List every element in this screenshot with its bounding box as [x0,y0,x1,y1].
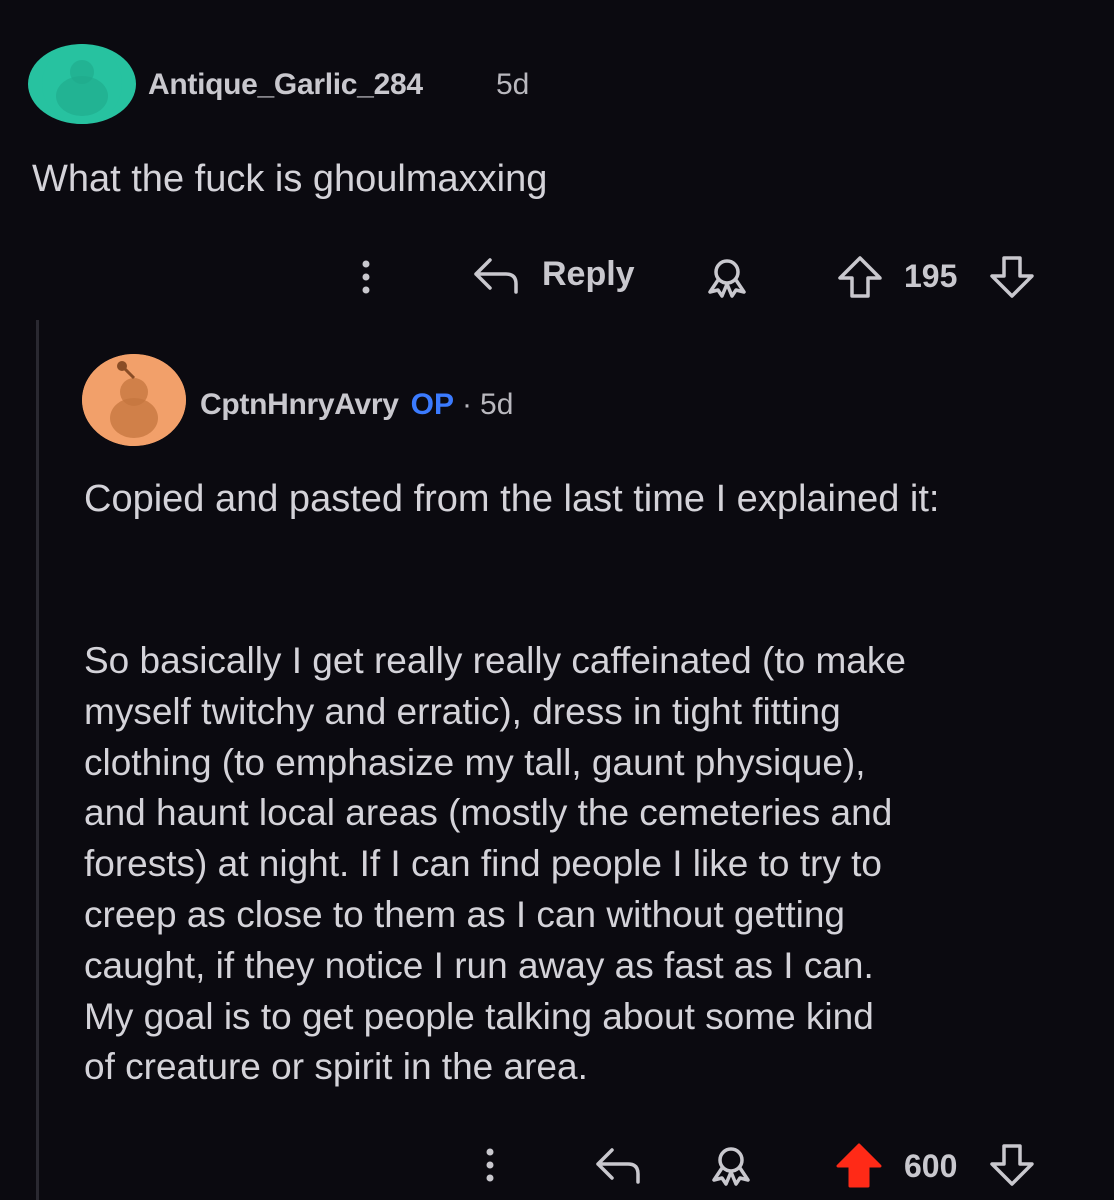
upvote-filled-icon [836,1143,882,1188]
award-button[interactable] [700,256,754,300]
comment-line: of creature or spirit in the area. [84,1046,588,1088]
thread-line[interactable] [36,320,39,1200]
reply-icon [596,1148,640,1184]
comment-line: forests) at night. If I can find people … [84,843,882,885]
reply-icon [474,258,518,294]
comment-header: CptnHnryAvry OP · 5d [200,388,513,422]
comment-line: clothing (to emphasize my tall, gaunt ph… [84,741,866,783]
comment-username[interactable]: Antique_Garlic_284 [148,68,423,102]
avatar[interactable] [82,354,186,446]
reply-button[interactable] [592,1142,644,1186]
downvote-icon [990,256,1034,298]
separator-dot: · [462,388,473,421]
upvote-button[interactable] [834,1142,884,1190]
downvote-icon [990,1144,1034,1186]
vote-count: 195 [904,258,958,294]
award-icon [712,1147,750,1186]
upvote-icon [838,256,882,298]
reply-label: Reply [542,254,635,293]
vote-count: 600 [904,1148,958,1184]
op-badge: OP [410,388,455,421]
snoo-avatar-icon [82,354,186,446]
comment-line: My goal is to get people talking about s… [84,995,874,1037]
comment-username[interactable]: CptnHnryAvry [200,388,399,422]
comment-line: caught, if they notice I run away as fas… [84,944,874,986]
more-vertical-icon [362,260,370,294]
downvote-button[interactable] [988,1142,1036,1188]
comment-age: 5d [496,68,530,101]
more-options-button[interactable] [358,256,374,298]
avatar[interactable] [28,44,136,124]
reply-button[interactable]: Reply [470,252,635,296]
comment-text: What the fuck is ghoulmaxxing [32,158,548,200]
comment-paragraph: Copied and pasted from the last time I e… [84,478,940,520]
comment-paragraph: So basically I get really really caffein… [84,636,906,1093]
comment-line: and haunt local areas (mostly the cemete… [84,792,893,834]
more-options-button[interactable] [482,1144,498,1186]
downvote-button[interactable] [988,254,1036,300]
award-button[interactable] [704,1144,758,1188]
comment-age: 5d [480,388,514,421]
upvote-button[interactable] [836,254,884,300]
more-vertical-icon [486,1148,494,1182]
comment-line: So basically I get really really caffein… [84,640,906,681]
comment-line: creep as close to them as I can without … [84,893,845,935]
award-icon [708,259,746,298]
comment-line: myself twitchy and erratic), dress in ti… [84,690,841,732]
snoo-avatar-icon [42,44,122,124]
